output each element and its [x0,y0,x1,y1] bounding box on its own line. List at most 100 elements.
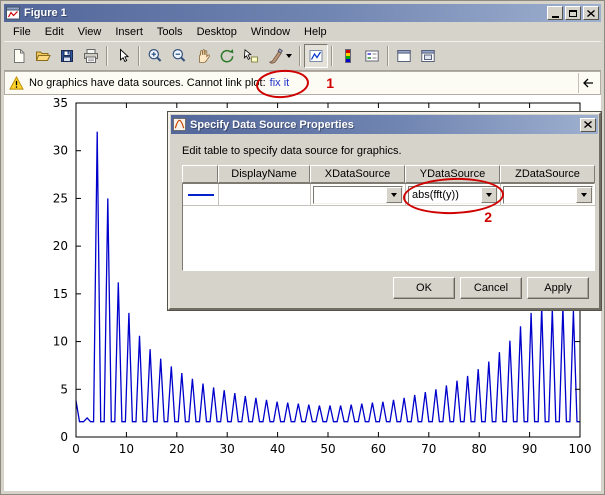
zoom-in-button[interactable] [143,44,167,68]
zdatasource-dropdown-button[interactable] [576,186,592,203]
link-plot-message: No graphics have data sources. Cannot li… [29,77,266,89]
ydatasource-dropdown-button[interactable] [481,186,497,203]
dialog-close-button[interactable] [580,117,596,132]
maximize-button[interactable] [565,6,581,20]
insert-legend-icon [365,50,379,62]
pan-hand-icon [199,49,210,63]
y-tick-label: 10 [53,335,68,349]
figure-window-icon [6,6,20,20]
zdatasource-cell [501,184,596,206]
insert-legend-button[interactable] [360,44,384,68]
print-figure-button[interactable] [79,44,103,68]
open-file-button[interactable] [31,44,55,68]
chevron-down-icon [391,192,397,197]
apply-button[interactable]: Apply [527,277,589,299]
x-tick-label: 30 [220,442,235,456]
menu-help[interactable]: Help [297,23,334,41]
zoom-in-icon [148,48,162,62]
insert-colorbar-button[interactable] [336,44,360,68]
dialog-buttons: OK Cancel Apply [393,277,589,299]
figure-window: Figure 1 File Edit View Insert Tools Des… [0,0,605,495]
pointer-button[interactable] [111,44,135,68]
link-plot-icon [309,50,323,62]
y-tick-label: 20 [53,239,68,253]
minimize-button[interactable] [547,6,563,20]
y-tick-label: 15 [53,287,68,301]
toolbar [4,41,601,71]
menubar: File Edit View Insert Tools Desktop Wind… [4,22,601,41]
rotate-3d-icon [220,49,234,63]
brush-button[interactable] [263,44,296,68]
ydatasource-cell: abs(fft(y)) 2 [402,176,505,225]
hide-plot-tools-button[interactable] [392,44,416,68]
toolbar-separator [106,46,108,66]
menu-view[interactable]: View [71,23,109,41]
menu-edit[interactable]: Edit [38,23,71,41]
table-row: abs(fft(y)) 2 [183,176,596,225]
new-figure-icon [14,49,25,63]
zdatasource-combobox[interactable] [503,185,593,204]
fix-it-link-label[interactable]: fix it [270,77,290,89]
maximize-icon [569,9,577,17]
menu-tools[interactable]: Tools [150,23,190,41]
close-icon [587,9,595,17]
ok-button[interactable]: OK [393,277,455,299]
minimize-icon [551,15,559,18]
new-figure-button[interactable] [7,44,31,68]
dialog-icon [173,118,186,131]
left-arrow-icon [582,78,593,88]
hide-plot-tools-icon [397,50,411,62]
line-swatch-icon [187,193,214,196]
x-tick-label: 60 [371,442,386,456]
data-cursor-icon [243,49,258,63]
pan-button[interactable] [191,44,215,68]
column-header-displayname: DisplayName [218,165,310,183]
chevron-down-icon [486,192,492,197]
brush-icon [268,48,283,64]
link-plot-button[interactable] [304,44,328,68]
zoom-out-button[interactable] [167,44,191,68]
xdatasource-combobox[interactable] [313,185,403,204]
dialog-instruction: Edit table to specify data source for gr… [182,145,402,157]
y-tick-label: 0 [60,430,68,444]
dialog-close-icon [584,121,592,128]
table-body: abs(fft(y)) 2 [182,176,596,271]
warning-icon [9,75,24,90]
data-source-dialog: Specify Data Source Properties Edit tabl… [168,112,601,310]
save-figure-icon [61,50,73,62]
ydatasource-value[interactable]: abs(fft(y)) [409,187,481,203]
toolbar-separator [138,46,140,66]
fix-it-link[interactable]: fix it [254,68,310,100]
toolbar-separator [299,46,301,66]
cancel-button[interactable]: Cancel [460,277,522,299]
hide-message-bar-button[interactable] [578,73,596,93]
x-tick-label: 40 [270,442,285,456]
rotate-3d-button[interactable] [215,44,239,68]
data-source-table: DisplayName XDataSource YDataSource ZDat… [182,165,596,271]
titlebar[interactable]: Figure 1 [4,4,601,22]
dialog-body: Edit table to specify data source for gr… [170,135,599,307]
xdatasource-value[interactable] [314,187,386,203]
toolbar-separator [387,46,389,66]
displayname-cell[interactable] [219,184,311,206]
ydatasource-combobox[interactable]: abs(fft(y)) [408,185,498,204]
x-tick-label: 80 [472,442,487,456]
menu-insert[interactable]: Insert [108,23,150,41]
column-header-ydatasource: YDataSource [405,165,500,183]
show-plot-tools-dock-icon [421,50,435,62]
xdatasource-dropdown-button[interactable] [386,186,402,203]
zdatasource-value[interactable] [504,187,576,203]
menu-window[interactable]: Window [244,23,297,41]
show-plot-tools-dock-button[interactable] [416,44,440,68]
dialog-titlebar[interactable]: Specify Data Source Properties [171,115,598,134]
save-figure-button[interactable] [55,44,79,68]
y-tick-label: 30 [53,144,68,158]
close-button[interactable] [583,6,599,20]
data-cursor-button[interactable] [239,44,263,68]
y-tick-label: 5 [60,382,68,396]
menu-desktop[interactable]: Desktop [190,23,244,41]
brush-dropdown-arrow-icon[interactable] [285,54,292,58]
menu-file[interactable]: File [6,23,38,41]
link-plot-message-bar: No graphics have data sources. Cannot li… [4,68,601,100]
column-header-xdatasource: XDataSource [310,165,405,183]
